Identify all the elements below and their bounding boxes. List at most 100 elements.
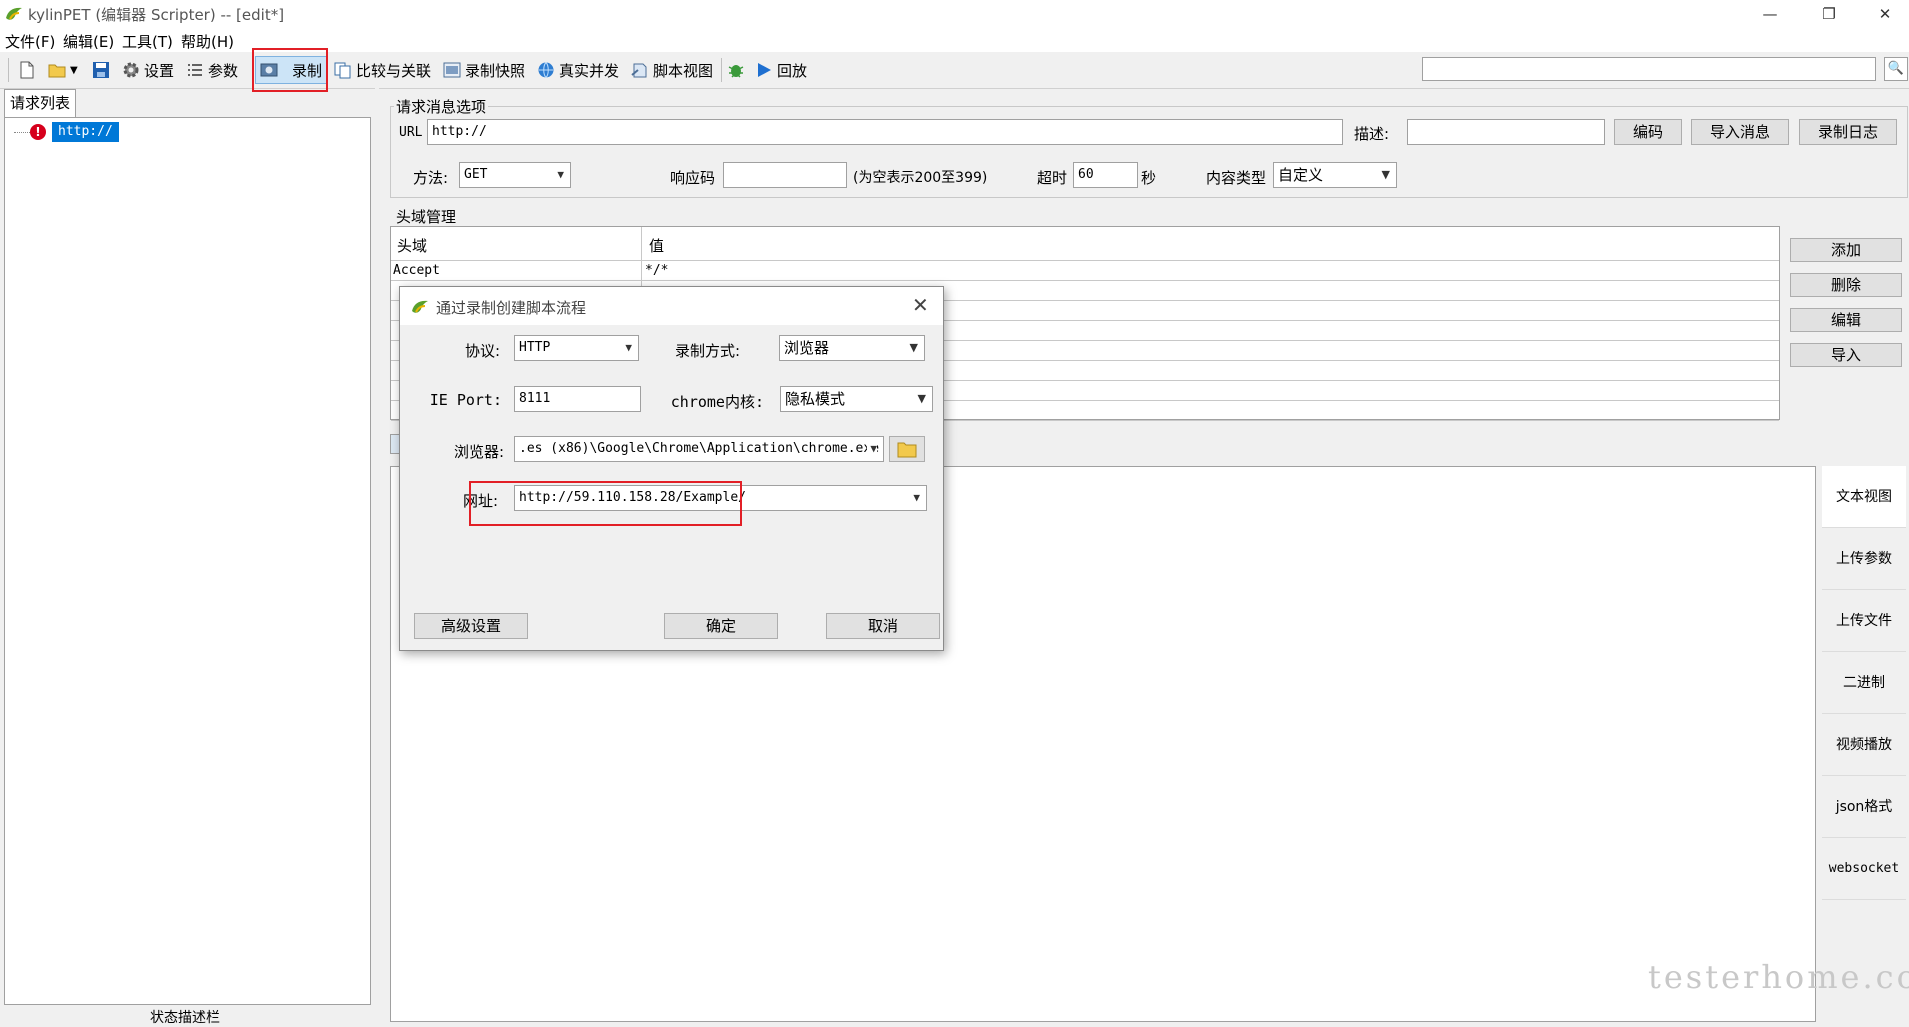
snapshot-icon: [443, 62, 461, 78]
play-icon: [758, 63, 771, 77]
delete-header-button[interactable]: 删除: [1790, 273, 1902, 297]
script-view-label: 脚本视图: [653, 61, 714, 80]
tab-upload-params[interactable]: 上传参数: [1822, 528, 1906, 590]
real-concurrency-button[interactable]: 真实并发: [537, 58, 619, 82]
header-value-cell: */*: [645, 263, 669, 278]
import-header-button[interactable]: 导入: [1790, 343, 1902, 367]
open-file-button[interactable]: ▼: [48, 58, 78, 82]
chevron-down-icon: ▼: [625, 341, 632, 354]
timeout-unit-label: 秒: [1141, 169, 1157, 187]
script-view-button[interactable]: 脚本视图: [631, 58, 713, 82]
ok-button[interactable]: 确定: [664, 613, 778, 639]
record-mode-select[interactable]: 浏览器 ▼: [779, 335, 925, 361]
chevron-down-icon: ▼: [909, 341, 918, 354]
request-tree-item[interactable]: http://: [52, 122, 119, 142]
browser-path-select[interactable]: .es (x86)\Google\Chrome\Application\chro…: [514, 436, 884, 462]
description-label: 描述:: [1354, 125, 1390, 143]
gear-icon: [123, 62, 139, 78]
method-select[interactable]: GET ▼: [459, 162, 571, 188]
import-message-button[interactable]: 导入消息: [1691, 119, 1789, 145]
toolbar-search-input[interactable]: [1422, 57, 1876, 81]
content-type-select[interactable]: 自定义 ▼: [1273, 162, 1397, 188]
window-title: kylinPET (编辑器 Scripter) -- [edit*]: [28, 6, 285, 24]
advanced-settings-button[interactable]: 高级设置: [414, 613, 528, 639]
window-titlebar: kylinPET (编辑器 Scripter) -- [edit*] — ❐ ✕: [0, 0, 1909, 28]
header-name-cell: Accept: [393, 263, 440, 278]
response-code-input[interactable]: [723, 162, 847, 188]
browse-folder-button[interactable]: [889, 436, 925, 462]
tab-text-view[interactable]: 文本视图: [1822, 466, 1906, 528]
ie-port-input[interactable]: 8111: [514, 386, 641, 412]
protocol-label: 协议:: [464, 342, 500, 360]
encode-button[interactable]: 编码: [1614, 119, 1682, 145]
record-snapshot-button[interactable]: 录制快照: [443, 58, 525, 82]
restore-button[interactable]: ❐: [1806, 0, 1852, 28]
search-button[interactable]: 🔍: [1884, 57, 1908, 81]
toolbar-separator: [721, 58, 722, 82]
chevron-down-icon: ▼: [1381, 168, 1390, 181]
new-file-icon: [20, 61, 34, 79]
request-options-title: 请求消息选项: [394, 96, 489, 117]
content-type-value: 自定义: [1278, 166, 1324, 184]
menu-file[interactable]: 文件(F): [5, 31, 55, 52]
chevron-down-icon: ▼: [913, 491, 920, 504]
record-log-button[interactable]: 录制日志: [1799, 119, 1897, 145]
status-bar-label: 状态描述栏: [150, 1010, 220, 1026]
new-file-button[interactable]: [18, 58, 36, 82]
tab-request-list[interactable]: 请求列表: [4, 89, 76, 117]
params-label: 参数: [208, 61, 239, 80]
header-management-title: 头域管理: [394, 206, 459, 227]
record-button-highlight: [252, 48, 328, 92]
save-button[interactable]: [92, 58, 110, 82]
tab-websocket[interactable]: websocket: [1822, 838, 1906, 900]
protocol-select[interactable]: HTTP ▼: [514, 335, 639, 361]
url-input[interactable]: http://: [427, 119, 1343, 145]
compare-correlate-button[interactable]: 比较与关联: [334, 58, 431, 82]
minimize-button[interactable]: —: [1747, 0, 1793, 28]
method-value: GET: [464, 167, 488, 182]
tab-video-playback[interactable]: 视频播放: [1822, 714, 1906, 776]
cancel-button[interactable]: 取消: [826, 613, 940, 639]
toolbar-separator: [8, 58, 9, 82]
splitter[interactable]: [375, 88, 379, 1023]
menu-tools[interactable]: 工具(T): [122, 31, 173, 52]
menu-edit[interactable]: 编辑(E): [63, 31, 114, 52]
params-button[interactable]: 参数: [186, 58, 238, 82]
dialog-close-button[interactable]: ✕: [912, 293, 929, 317]
description-input[interactable]: [1407, 119, 1605, 145]
compare-icon: [334, 62, 351, 79]
method-label: 方法:: [413, 169, 449, 187]
edit-header-button[interactable]: 编辑: [1790, 308, 1902, 332]
add-header-button[interactable]: 添加: [1790, 238, 1902, 262]
tab-json-format[interactable]: json格式: [1822, 776, 1906, 838]
settings-button[interactable]: 设置: [122, 58, 174, 82]
chevron-down-icon: ▼: [867, 437, 877, 461]
timeout-input[interactable]: 60: [1073, 162, 1138, 188]
tab-binary[interactable]: 二进制: [1822, 652, 1906, 714]
chrome-kernel-select[interactable]: 隐私模式 ▼: [780, 386, 933, 412]
concurrency-label: 真实并发: [559, 61, 620, 80]
request-list-panel: [4, 117, 371, 1005]
watermark: testerhome.com: [1648, 958, 1909, 996]
tab-upload-file[interactable]: 上传文件: [1822, 590, 1906, 652]
close-button[interactable]: ✕: [1862, 0, 1908, 28]
folder-icon: [897, 442, 917, 458]
column-header-value[interactable]: 值: [649, 235, 664, 256]
ie-port-label: IE Port:: [429, 391, 502, 409]
browser-path-value: .es (x86)\Google\Chrome\Application\chro…: [519, 441, 880, 456]
column-header-name[interactable]: 头域: [397, 235, 427, 256]
table-header-row: 头域 值: [391, 227, 1779, 261]
playback-label: 回放: [777, 61, 808, 80]
protocol-value: HTTP: [519, 340, 551, 355]
url-label: URL: [399, 125, 423, 140]
app-logo-icon: [412, 300, 428, 313]
debug-button[interactable]: [727, 58, 745, 82]
script-icon: [631, 63, 647, 78]
table-row[interactable]: Accept */*: [391, 261, 1779, 281]
playback-button[interactable]: 回放: [755, 58, 807, 82]
timeout-label: 超时: [1037, 169, 1068, 187]
url-field-highlight: [469, 481, 742, 526]
chevron-down-icon[interactable]: ▼: [70, 65, 78, 76]
menu-help[interactable]: 帮助(H): [181, 31, 234, 52]
chevron-down-icon: ▼: [917, 392, 926, 405]
